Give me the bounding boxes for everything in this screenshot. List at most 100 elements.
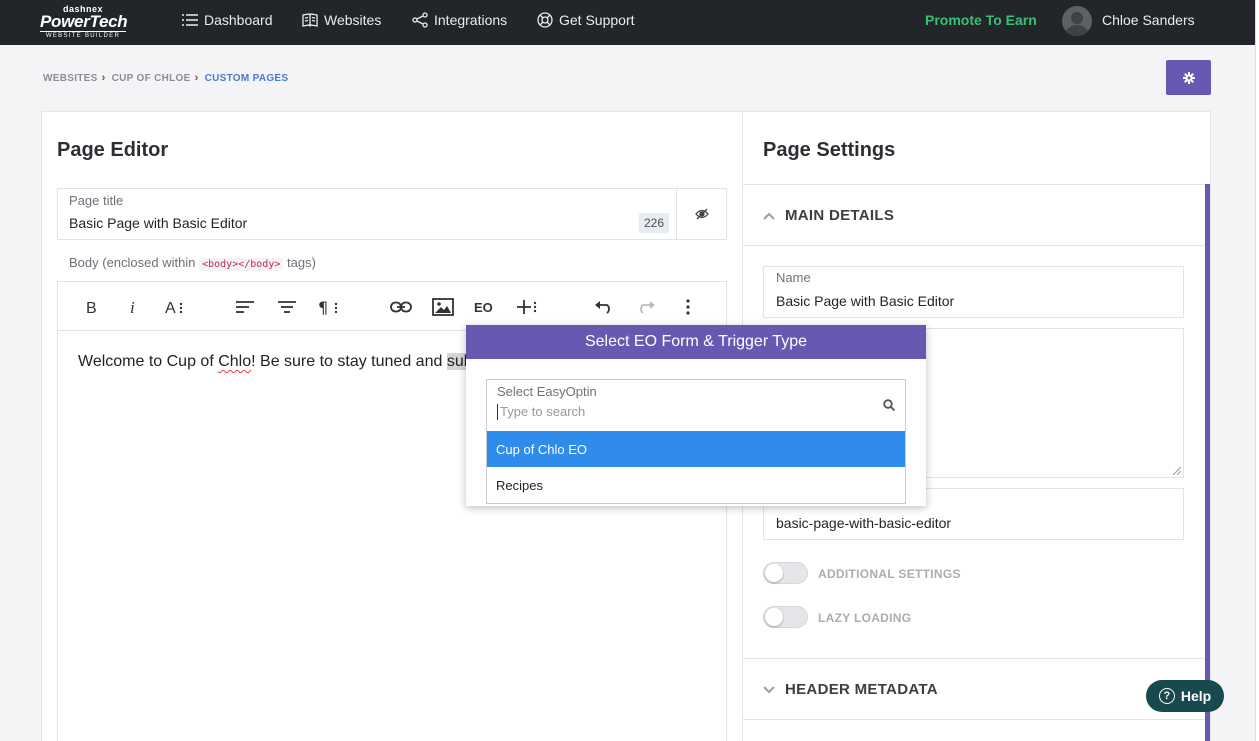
option-cup-of-chlo-eo[interactable]: Cup of Chlo EO	[487, 431, 905, 467]
body-label-post: tags)	[287, 255, 316, 270]
settings-scrollbar[interactable]	[1205, 184, 1210, 741]
more-options-button[interactable]	[675, 294, 701, 320]
divider	[743, 719, 1205, 720]
logo-line-3: WEBSITE BUILDER	[40, 31, 126, 40]
bold-icon: B	[86, 300, 97, 315]
svg-text:A: A	[165, 300, 176, 315]
nav-integrations[interactable]: Integrations	[412, 0, 507, 40]
question-icon: ?	[1158, 688, 1175, 704]
breadcrumb: WEBSITES › CUP OF CHLOE › CUSTOM PAGES	[43, 72, 288, 84]
lazy-loading-label: LAZY LOADING	[818, 611, 912, 625]
svg-text:B: B	[86, 300, 97, 315]
easyoptin-select[interactable]: Select EasyOptin Type to search Cup of C…	[486, 379, 906, 504]
align-center-button[interactable]	[274, 294, 300, 320]
user-name[interactable]: Chloe Sanders	[1102, 12, 1195, 28]
slug-value[interactable]: basic-page-with-basic-editor	[776, 515, 951, 531]
avatar[interactable]	[1062, 6, 1092, 36]
name-value[interactable]: Basic Page with Basic Editor	[776, 293, 954, 309]
lazy-loading-toggle[interactable]	[763, 606, 808, 628]
nav-get-support[interactable]: Get Support	[537, 0, 635, 40]
insert-link-button[interactable]	[388, 294, 414, 320]
visibility-toggle-button[interactable]	[676, 188, 727, 240]
chevron-right-icon: ›	[194, 72, 199, 84]
header-metadata-label: HEADER METADATA	[785, 681, 938, 698]
chevron-right-icon: ›	[101, 72, 106, 84]
editor-toolbar: B i A ¶ EO	[58, 282, 726, 331]
gear-icon	[1182, 71, 1195, 84]
font-size-icon: A	[165, 300, 183, 315]
content-misspelled-word: Chlo	[218, 353, 252, 370]
font-size-button[interactable]: A	[162, 294, 188, 320]
nav-dashboard[interactable]: Dashboard	[182, 0, 273, 40]
powertech-logo[interactable]: dashnex PowerTech WEBSITE BUILDER	[40, 5, 128, 40]
popup-title: Select EO Form & Trigger Type	[466, 325, 926, 359]
more-vertical-icon	[686, 299, 690, 315]
share-icon	[412, 12, 428, 28]
breadcrumb-site[interactable]: CUP OF CHLOE	[112, 73, 191, 84]
settings-gear-button[interactable]	[1166, 60, 1211, 95]
char-count-badge: 226	[638, 213, 669, 233]
breadcrumb-websites[interactable]: WEBSITES	[43, 73, 98, 84]
select-easyoptin-label: Select EasyOptin	[497, 384, 597, 399]
redo-icon	[640, 301, 655, 314]
align-center-icon	[278, 301, 296, 313]
window-edge	[1255, 0, 1259, 741]
page-title-field[interactable]: Page title Basic Page with Basic Editor …	[57, 188, 677, 240]
help-button[interactable]: ? Help	[1146, 680, 1224, 712]
additional-settings-label: ADDITIONAL SETTINGS	[818, 567, 961, 581]
easyoptin-button[interactable]: EO	[472, 294, 498, 320]
paragraph-format-button[interactable]: ¶	[316, 294, 342, 320]
page-settings-title: Page Settings	[763, 139, 896, 161]
main-details-label: MAIN DETAILS	[785, 207, 895, 224]
svg-text:¶: ¶	[318, 299, 328, 315]
link-icon	[390, 301, 412, 313]
body-code-tag: <body></body>	[199, 258, 284, 271]
body-label: Body (enclosed within <body></body> tags…	[69, 255, 316, 271]
page-title-label: Page title	[69, 193, 124, 208]
align-left-icon	[236, 301, 254, 313]
redo-button[interactable]	[633, 294, 659, 320]
nav-dashboard-label: Dashboard	[204, 12, 273, 28]
lifebuoy-icon	[537, 12, 553, 28]
align-left-button[interactable]	[232, 294, 258, 320]
insert-image-button[interactable]	[430, 294, 456, 320]
main-details-header[interactable]: MAIN DETAILS	[763, 207, 894, 224]
additional-settings-toggle[interactable]	[763, 562, 808, 584]
name-label: Name	[776, 270, 811, 285]
easyoptin-search-input[interactable]: Type to search	[497, 404, 867, 420]
body-label-pre: Body (enclosed within	[69, 255, 196, 270]
plus-icon	[517, 300, 537, 314]
editor-content[interactable]: Welcome to Cup of Chlo! Be sure to stay …	[78, 353, 473, 371]
svg-text:i: i	[130, 299, 135, 315]
name-field[interactable]: Name Basic Page with Basic Editor	[763, 266, 1184, 318]
list-icon	[182, 14, 198, 26]
content-pre: Welcome to Cup of	[78, 353, 219, 370]
header-metadata-header[interactable]: HEADER METADATA	[763, 681, 938, 698]
nav-get-support-label: Get Support	[559, 12, 635, 28]
eo-icon: EO	[474, 300, 493, 314]
resize-handle-icon[interactable]	[1173, 467, 1181, 475]
page-title-value[interactable]: Basic Page with Basic Editor	[69, 215, 247, 231]
italic-icon: i	[130, 299, 135, 315]
paragraph-icon: ¶	[318, 299, 338, 315]
insert-more-button[interactable]	[514, 294, 540, 320]
divider	[743, 658, 1205, 659]
logo-line-2: PowerTech	[40, 12, 128, 31]
italic-button[interactable]: i	[120, 294, 146, 320]
book-icon	[302, 13, 318, 27]
search-icon	[883, 399, 895, 411]
content-mid: ! Be sure to stay tuned and	[251, 353, 447, 370]
undo-button[interactable]	[591, 294, 617, 320]
help-label: Help	[1180, 688, 1212, 704]
chevron-up-icon	[763, 212, 775, 220]
nav-integrations-label: Integrations	[434, 12, 508, 28]
top-nav: dashnex PowerTech WEBSITE BUILDER Dashbo…	[0, 0, 1259, 45]
nav-websites[interactable]: Websites	[302, 0, 381, 40]
page-editor-title: Page Editor	[57, 139, 169, 161]
eo-form-popup: Select EO Form & Trigger Type Select Eas…	[466, 325, 926, 506]
promote-to-earn-link[interactable]: Promote To Earn	[925, 12, 1037, 28]
image-icon	[432, 298, 454, 316]
bold-button[interactable]: B	[78, 294, 104, 320]
chevron-down-icon	[763, 685, 775, 693]
option-recipes[interactable]: Recipes	[487, 467, 905, 503]
